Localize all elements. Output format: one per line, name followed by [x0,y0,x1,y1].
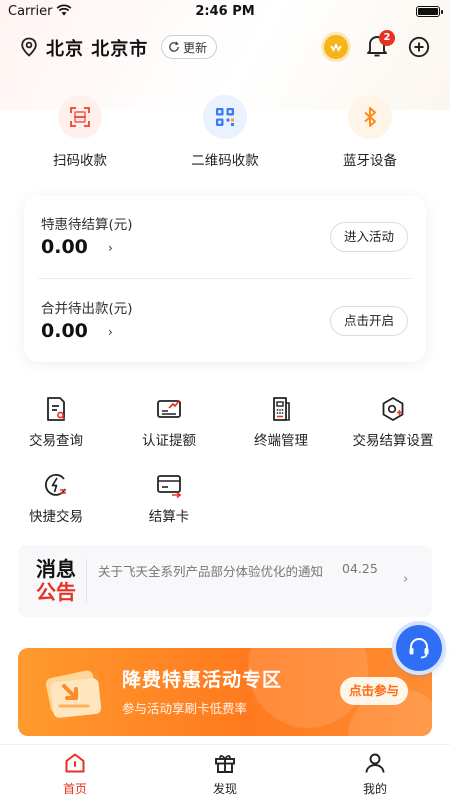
announcement-bar[interactable]: 消息 公告 关于飞天全系列产品部分体验优化的通知 04.25 › [18,545,432,617]
tab-profile[interactable]: 我的 [330,751,420,797]
announcement-text[interactable]: 关于飞天全系列产品部分体验优化的通知 [98,561,323,580]
update-location-button[interactable]: 更新 [161,35,218,59]
service-label: 交易结算设置 [352,433,434,449]
notification-badge: 2 [379,30,395,46]
enable-merge-button[interactable]: 点击开启 [329,306,408,336]
terminal-icon [226,395,336,423]
location-pin-icon[interactable] [20,37,38,57]
transaction-search-icon [1,395,111,423]
quick-action-scan[interactable]: 扫码收款 [20,95,140,169]
quick-trade-icon [1,471,111,499]
chevron-right-icon[interactable]: › [108,241,113,255]
headset-icon [409,638,429,659]
chevron-right-icon[interactable]: › [403,572,408,587]
divider [86,559,87,603]
limit-raise-icon [114,395,224,423]
service-label: 终端管理 [254,433,308,449]
tab-label: 首页 [62,782,87,796]
discount-settlement-amount[interactable]: 0.00 [41,236,88,258]
tab-home[interactable]: 首页 [30,751,120,797]
quick-action-label: 蓝牙设备 [343,153,397,169]
announcement-logo: 消息 公告 [34,558,78,604]
tab-label: 我的 [362,782,387,796]
status-bar: Carrier 2:46 PM [0,0,450,24]
announcement-logo-line2: 公告 [36,580,76,604]
settlement-card-icon [114,471,224,499]
top-header: 北京 北京市 更新 2 [0,30,450,64]
scan-icon [58,95,102,139]
vip-badge-icon[interactable] [324,35,348,59]
qr-code-icon [203,95,247,139]
settlement-card: 特惠待结算(元) 0.00 › 进入活动 合并待出款(元) 0.00 › 点击开… [24,196,426,362]
settlement-settings-icon [338,395,448,423]
service-settlement-settings[interactable]: 交易结算设置 [338,395,448,449]
service-label: 结算卡 [148,509,190,525]
battery-icon [416,6,443,17]
join-promo-button[interactable]: 点击参与 [340,677,409,705]
promo-subtitle: 参与活动享刷卡低费率 [122,701,248,716]
quick-action-bluetooth[interactable]: 蓝牙设备 [310,95,430,169]
enter-activity-button[interactable]: 进入活动 [329,222,408,252]
add-circle-icon[interactable] [408,36,430,58]
quick-actions: 扫码收款 二维码收款 蓝牙设备 [0,95,450,175]
update-label: 更新 [183,40,208,55]
announcement-date: 04.25 [342,561,378,576]
refresh-icon [169,41,179,52]
customer-service-button[interactable] [396,625,442,671]
service-terminal-management[interactable]: 终端管理 [226,395,336,449]
clock: 2:46 PM [195,4,255,19]
promo-banner[interactable]: 降费特惠活动专区 参与活动享刷卡低费率 点击参与 [18,648,432,736]
chevron-right-icon[interactable]: › [108,325,113,339]
discount-settlement-row: 特惠待结算(元) 0.00 › 进入活动 [24,196,426,278]
quick-action-label: 扫码收款 [53,153,107,169]
service-limit-raise[interactable]: 认证提额 [114,395,224,449]
service-transaction-search[interactable]: 交易查询 [1,395,111,449]
quick-action-qr[interactable]: 二维码收款 [165,95,285,169]
location-label[interactable]: 北京 北京市 [46,35,148,61]
profile-icon [330,751,420,777]
home-icon [30,751,120,777]
gift-icon [180,751,270,777]
services-grid: 交易查询 认证提额 终端管理 交易结算设置 快捷交易 结算卡 [0,395,450,525]
bluetooth-icon [348,95,392,139]
divider [38,278,412,279]
tab-discover[interactable]: 发现 [180,751,270,797]
service-settlement-card[interactable]: 结算卡 [114,471,224,525]
service-label: 认证提额 [142,433,196,449]
tab-label: 发现 [212,782,237,796]
service-label: 交易查询 [29,433,83,449]
merged-payout-row: 合并待出款(元) 0.00 › 点击开启 [24,280,426,362]
announcement-logo-line1: 消息 [36,557,76,581]
service-label: 快捷交易 [29,509,83,525]
bottom-tab-bar: 首页 发现 我的 [0,744,450,800]
merged-payout-amount[interactable]: 0.00 [41,320,88,342]
discount-settlement-title: 特惠待结算(元) [41,217,133,233]
quick-action-label: 二维码收款 [191,153,259,169]
vip-mark-icon [330,42,342,52]
service-quick-trade[interactable]: 快捷交易 [1,471,111,525]
discount-card-icon [45,670,102,718]
merged-payout-title: 合并待出款(元) [41,301,133,317]
promo-title: 降费特惠活动专区 [122,669,283,691]
